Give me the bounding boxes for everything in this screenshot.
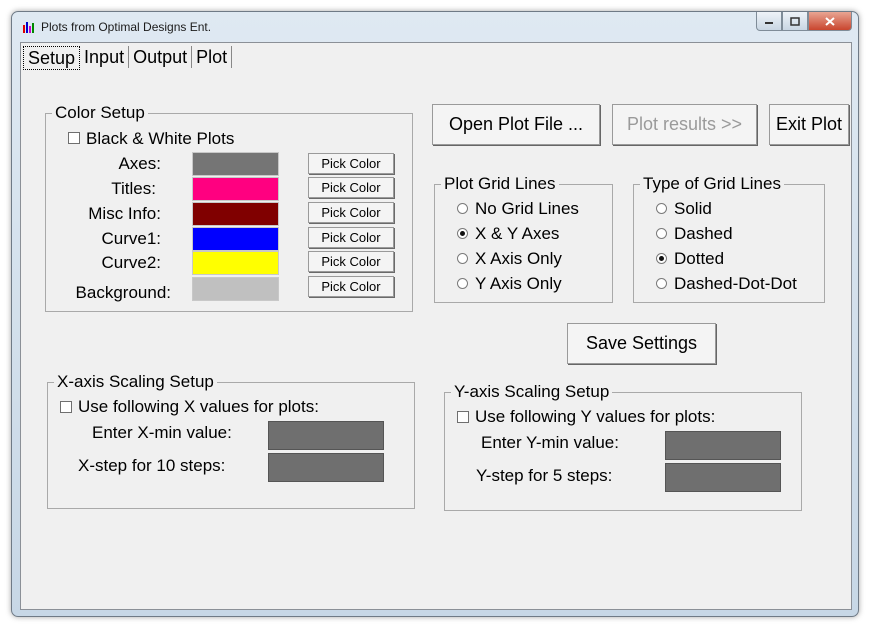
dashed-dot-dot-label: Dashed-Dot-Dot	[674, 274, 797, 293]
pick-color-misc-button[interactable]: Pick Color	[308, 202, 394, 223]
axes-color-label: Axes:	[118, 154, 161, 173]
solid-radio[interactable]	[656, 203, 667, 214]
xy-axes-label: X & Y Axes	[475, 224, 560, 243]
pick-color-curve1-button[interactable]: Pick Color	[308, 227, 394, 248]
pick-color-titles-button[interactable]: Pick Color	[308, 177, 394, 198]
dashed-radio[interactable]	[656, 228, 667, 239]
curve1-color-swatch	[192, 227, 279, 251]
open-plot-file-label: Open Plot File ...	[448, 114, 584, 134]
no-grid-lines-radio[interactable]	[457, 203, 468, 214]
plot-results-label: Plot results >>	[626, 114, 743, 134]
title-bar[interactable]: Plots from Optimal Designs Ent.	[12, 12, 858, 42]
xy-axes-radio[interactable]	[457, 228, 468, 239]
dashed-label: Dashed	[674, 224, 733, 243]
y-min-input[interactable]	[665, 431, 781, 460]
y-step-input[interactable]	[665, 463, 781, 492]
close-icon	[825, 16, 835, 26]
plot-grid-lines-title: Plot Grid Lines	[441, 174, 559, 194]
x-min-label: Enter X-min value:	[92, 423, 232, 442]
open-plot-file-button[interactable]: Open Plot File ...	[432, 104, 600, 145]
bw-plots-label: Black & White Plots	[86, 129, 235, 148]
x-axis-scaling-title: X-axis Scaling Setup	[54, 372, 217, 392]
minimize-icon	[765, 22, 773, 24]
tab-input[interactable]: Input	[80, 46, 130, 68]
misc-color-swatch	[192, 202, 279, 226]
x-step-label: X-step for 10 steps:	[78, 456, 226, 475]
x-step-input[interactable]	[268, 453, 384, 482]
curve2-color-label: Curve2:	[101, 253, 161, 272]
tab-plot[interactable]: Plot	[192, 46, 233, 68]
use-x-values-label: Use following X values for plots:	[78, 397, 319, 416]
misc-color-label: Misc Info:	[88, 204, 161, 223]
background-color-label: Background:	[75, 283, 171, 302]
use-y-values-checkbox[interactable]	[457, 411, 469, 423]
use-x-values-checkbox[interactable]	[60, 401, 72, 413]
curve2-color-swatch	[192, 251, 279, 275]
grid-type-title: Type of Grid Lines	[640, 174, 784, 194]
y-step-label: Y-step for 5 steps:	[476, 466, 613, 485]
x-axis-only-label: X Axis Only	[475, 249, 562, 268]
client-area: Setup Input Output Plot Color Setup Blac…	[20, 42, 852, 610]
dashed-dot-dot-radio[interactable]	[656, 278, 667, 289]
pick-color-curve2-button[interactable]: Pick Color	[308, 251, 394, 272]
tab-output[interactable]: Output	[129, 46, 193, 68]
app-window: Plots from Optimal Designs Ent. Setup In…	[11, 11, 859, 617]
close-button[interactable]	[808, 12, 852, 31]
solid-label: Solid	[674, 199, 712, 218]
minimize-button[interactable]	[756, 12, 782, 31]
pick-color-axes-button[interactable]: Pick Color	[308, 153, 394, 174]
color-setup-title: Color Setup	[52, 103, 148, 123]
no-grid-lines-label: No Grid Lines	[475, 199, 579, 218]
y-axis-scaling-title: Y-axis Scaling Setup	[451, 382, 613, 402]
pick-color-background-button[interactable]: Pick Color	[308, 276, 394, 297]
axes-color-swatch	[192, 152, 279, 176]
titles-color-label: Titles:	[111, 179, 156, 198]
dotted-radio[interactable]	[656, 253, 667, 264]
background-color-swatch	[192, 277, 279, 301]
maximize-icon	[790, 16, 800, 26]
y-min-label: Enter Y-min value:	[481, 433, 619, 452]
x-min-input[interactable]	[268, 421, 384, 450]
use-y-values-label: Use following Y values for plots:	[475, 407, 716, 426]
bw-plots-checkbox[interactable]	[68, 132, 80, 144]
curve1-color-label: Curve1:	[101, 229, 161, 248]
exit-plot-label: Exit Plot	[775, 114, 843, 134]
dotted-label: Dotted	[674, 249, 725, 268]
save-settings-button[interactable]: Save Settings	[567, 323, 716, 364]
titles-color-swatch	[192, 177, 279, 201]
exit-plot-button[interactable]: Exit Plot	[769, 104, 849, 145]
plot-results-button[interactable]: Plot results >>	[612, 104, 757, 145]
x-axis-only-radio[interactable]	[457, 253, 468, 264]
maximize-button[interactable]	[782, 12, 808, 31]
chart-app-icon	[23, 22, 34, 33]
save-settings-label: Save Settings	[585, 333, 698, 353]
y-axis-only-label: Y Axis Only	[475, 274, 562, 293]
tab-setup[interactable]: Setup	[23, 46, 81, 70]
y-axis-only-radio[interactable]	[457, 278, 468, 289]
window-title: Plots from Optimal Designs Ent.	[41, 20, 212, 34]
tab-strip: Setup Input Output Plot	[23, 46, 233, 70]
